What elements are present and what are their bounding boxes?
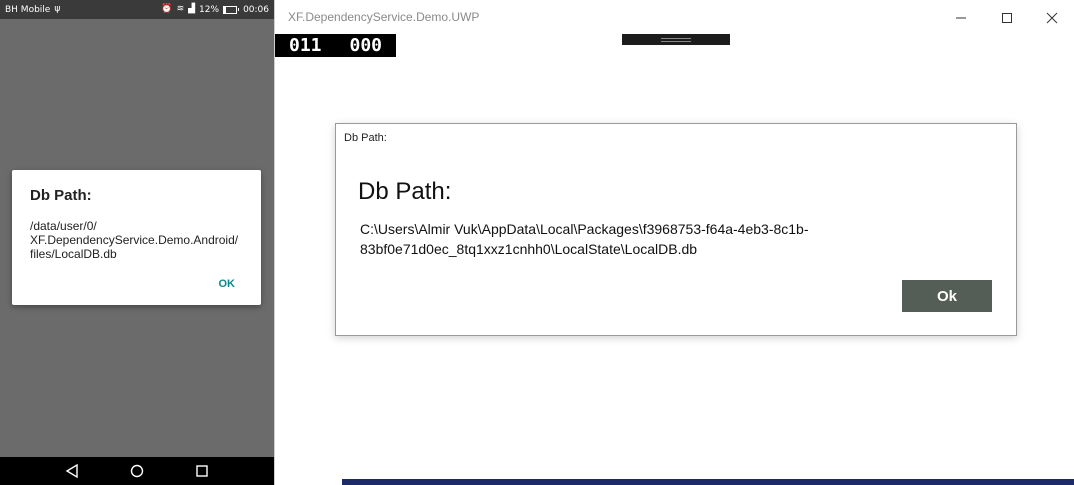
- back-icon[interactable]: [62, 461, 82, 481]
- alarm-icon: ⏰: [161, 4, 173, 14]
- android-ok-button[interactable]: OK: [219, 278, 236, 290]
- frame-counter-value-2: 000: [349, 35, 382, 56]
- frame-counter-value-1: 011: [288, 35, 322, 56]
- debug-toolbar-handle[interactable]: [622, 34, 730, 45]
- minimize-button[interactable]: [938, 5, 983, 31]
- frame-rate-counter: 011 000: [275, 34, 396, 57]
- maximize-icon: [1001, 13, 1012, 23]
- uwp-ok-button[interactable]: Ok: [902, 280, 992, 312]
- home-icon[interactable]: [127, 461, 147, 481]
- minimize-icon: [955, 17, 966, 19]
- android-dialog-title: Db Path:: [30, 187, 92, 204]
- maximize-button[interactable]: [984, 5, 1029, 31]
- uwp-dialog-window-title: Db Path:: [344, 132, 387, 144]
- recents-icon[interactable]: [192, 461, 212, 481]
- battery-icon: [223, 5, 238, 14]
- uwp-message-dialog: Db Path: Db Path: C:\Users\Almir Vuk\App…: [335, 123, 1017, 336]
- uwp-title-bar[interactable]: XF.DependencyService.Demo.UWP: [275, 0, 1074, 34]
- android-nav-bar: [0, 457, 274, 485]
- uwp-window: XF.DependencyService.Demo.UWP 011 000 Db…: [274, 0, 1074, 485]
- app-title: XF.DependencyService.Demo.UWP: [288, 10, 480, 24]
- signal-icon: ▟: [188, 4, 196, 14]
- android-alert-dialog: Db Path: /data/user/0/ XF.DependencyServ…: [12, 170, 261, 305]
- status-time: 00:06: [243, 4, 269, 15]
- android-status-bar: BH Mobile ψ ⏰ ≋ ▟ 12% 00:06: [0, 0, 274, 19]
- uwp-dialog-heading: Db Path:: [358, 178, 452, 205]
- android-screen: BH Mobile ψ ⏰ ≋ ▟ 12% 00:06 Db Path: /da…: [0, 0, 274, 485]
- usb-icon: ψ: [54, 4, 61, 14]
- close-icon: [1046, 12, 1057, 24]
- uwp-dialog-path: C:\Users\Almir Vuk\AppData\Local\Package…: [360, 221, 809, 257]
- close-button[interactable]: [1029, 5, 1074, 31]
- battery-percent: 12%: [199, 4, 220, 15]
- desktop-taskbar-edge: [342, 479, 1074, 485]
- carrier-label: BH Mobile: [5, 4, 51, 15]
- android-dialog-message: /data/user/0/ XF.DependencyService.Demo.…: [30, 219, 239, 261]
- wifi-icon: ≋: [176, 4, 185, 14]
